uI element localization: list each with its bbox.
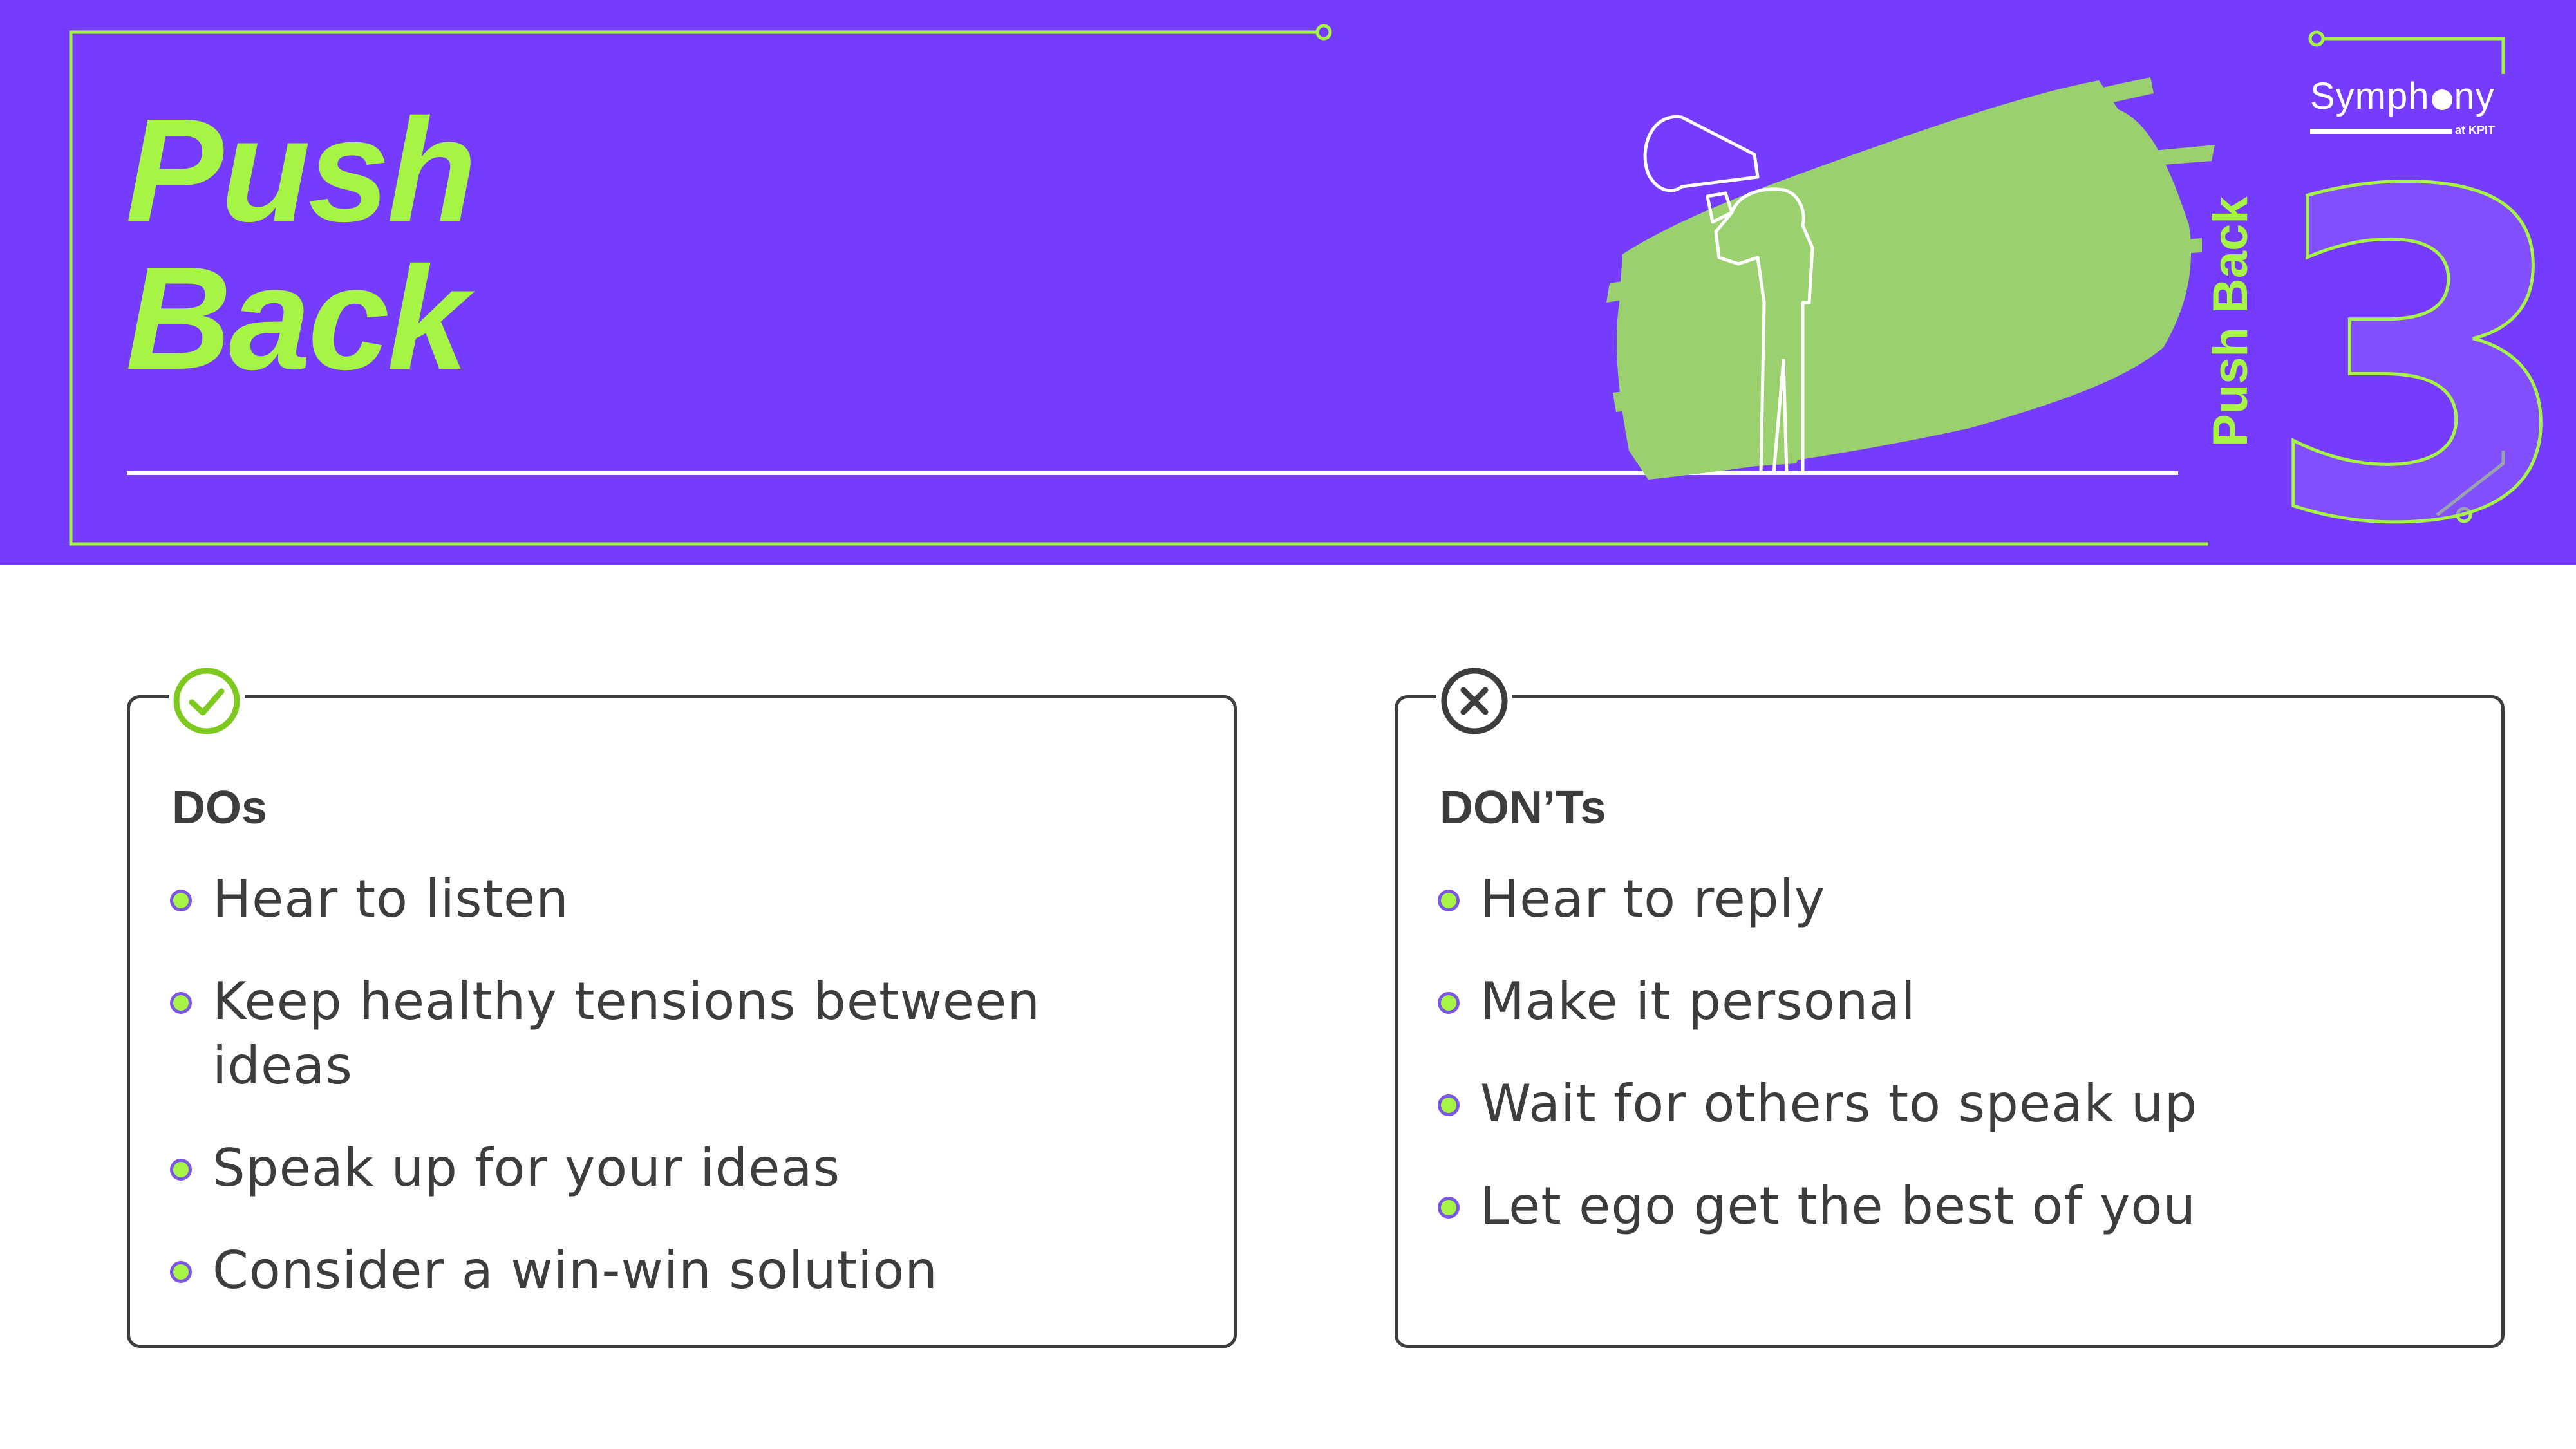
bullet-icon [1438,992,1460,1014]
dos-card: DOs Hear to listen Keep healthy tensions… [127,663,1237,1348]
logo-wordmark: Symph ny [2310,75,2495,117]
bullet-icon [170,890,192,911]
logo-subtitle: at KPIT [2455,124,2496,136]
symphony-logo: Symph ny at KPIT [2310,75,2510,136]
list-item: Make it personal [1438,969,2442,1034]
bullet-icon [170,1159,192,1181]
list-item: Wait for others to speak up [1438,1072,2442,1136]
list-item: Hear to reply [1438,867,2442,931]
logo-o-dot [2431,89,2452,110]
x-circle-icon [1436,663,1512,739]
list-item: Hear to listen [170,867,1174,931]
bullet-icon [1438,1197,1460,1219]
title-line-1: Push [126,89,476,252]
donts-list: Hear to reply Make it personal Wait for … [1438,867,2442,1276]
dos-heading: DOs [172,782,268,834]
bullet-icon [1438,1094,1460,1116]
list-item: Speak up for your ideas [170,1136,1174,1201]
section-side-label: Push Back [2203,196,2258,447]
header-banner: Push Back 3 Push Back Symph ny at KPIT [0,0,2576,565]
donts-card: DON’Ts Hear to reply Make it personal Wa… [1395,663,2505,1348]
list-item: Consider a win-win solution [170,1239,1174,1303]
dos-list: Hear to listen Keep healthy tensions bet… [170,867,1174,1341]
list-item: Let ego get the best of you [1438,1174,2442,1239]
bullet-icon [170,992,192,1014]
title-line-2: Back [126,237,469,400]
bullet-icon [170,1261,192,1283]
section-number: 3 [2261,98,2576,565]
bullet-icon [1438,890,1460,911]
list-item: Keep healthy tensions between ideas [170,969,1101,1098]
page-title: Push Back [126,89,476,400]
logo-underline [2310,129,2452,134]
brush-stroke [1606,77,2215,480]
check-circle-icon [169,663,245,739]
donts-heading: DON’Ts [1440,782,1606,834]
